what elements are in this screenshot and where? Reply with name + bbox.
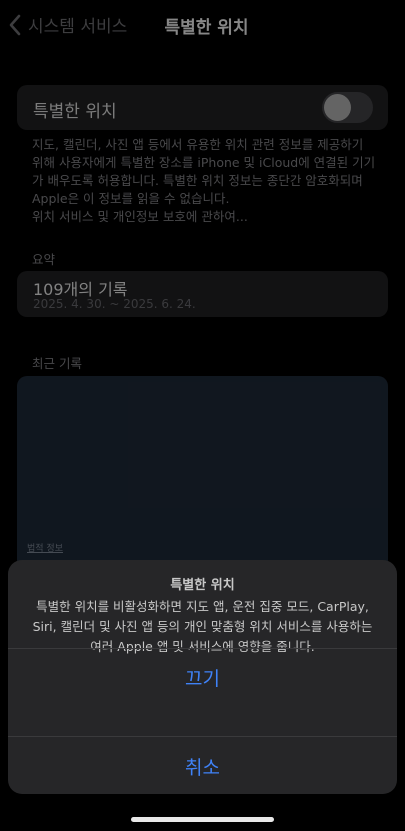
- home-indicator[interactable]: [131, 817, 274, 822]
- turn-off-button[interactable]: 끄기: [8, 648, 397, 706]
- alert-sheet: 특별한 위치 특별한 위치를 비활성화하면 지도 앱, 운전 집중 모드, Ca…: [8, 560, 397, 794]
- cancel-button[interactable]: 취소: [8, 736, 397, 794]
- alert-title: 특별한 위치: [170, 578, 235, 593]
